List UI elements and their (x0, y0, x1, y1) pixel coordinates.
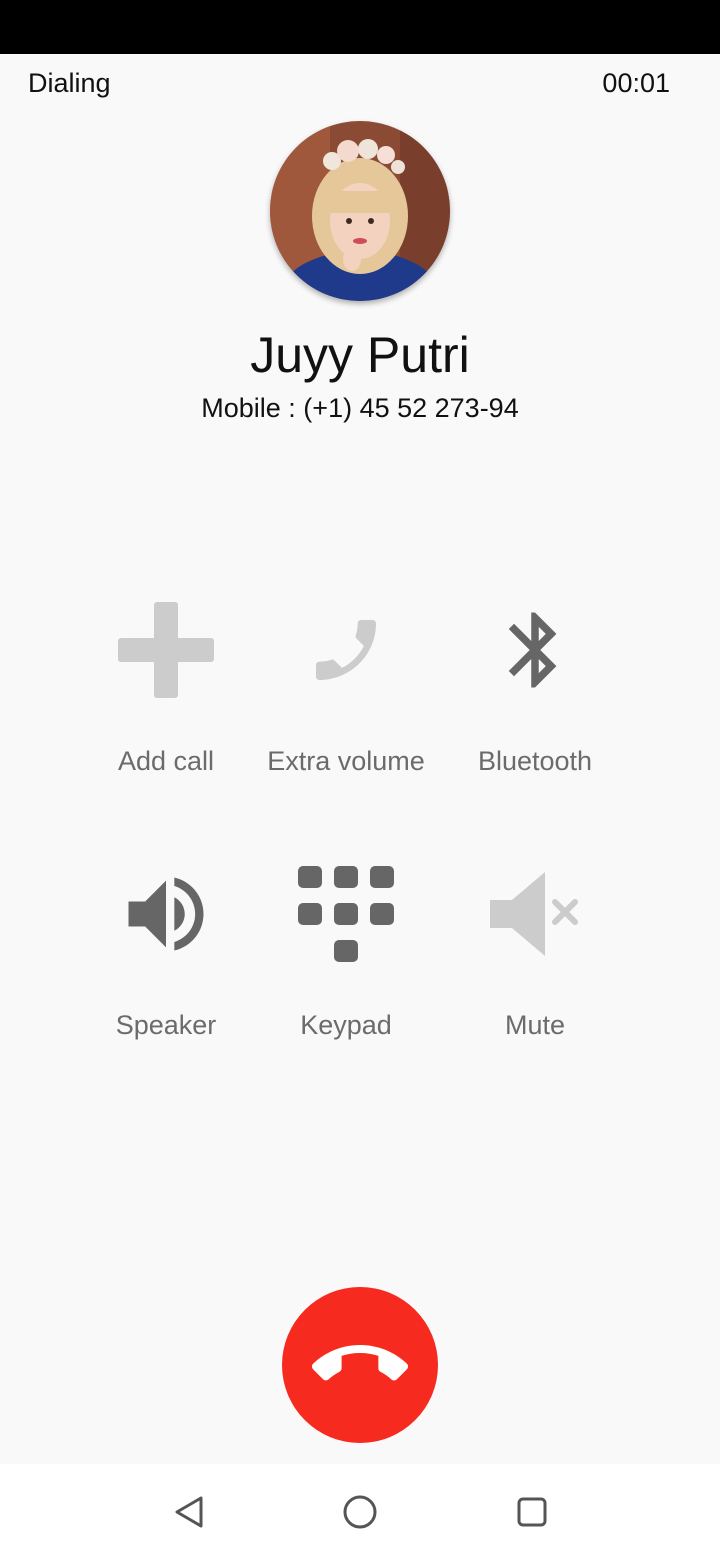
keypad-button[interactable]: Keypad (251, 854, 441, 1054)
status-bar (0, 0, 720, 54)
speaker-icon (116, 854, 216, 974)
keypad-label: Keypad (300, 1010, 392, 1040)
add-call-label: Add call (117, 746, 215, 776)
recents-square-icon[interactable] (512, 1492, 552, 1532)
extra-volume-button[interactable]: Extra volume (251, 590, 441, 790)
add-icon (116, 590, 216, 710)
extra-volume-label: Extra volume (267, 746, 425, 776)
speaker-label: Speaker (115, 1010, 217, 1040)
keypad-icon (296, 854, 396, 974)
contact-avatar (270, 121, 450, 301)
bluetooth-label: Bluetooth (477, 746, 593, 776)
hang-up-icon (312, 1345, 408, 1381)
home-circle-icon[interactable] (340, 1492, 380, 1532)
bluetooth-icon (485, 590, 585, 710)
call-state: Dialing (28, 68, 111, 98)
navigation-bar (0, 1464, 720, 1560)
bluetooth-button[interactable]: Bluetooth (440, 590, 630, 790)
speaker-button[interactable]: Speaker (71, 854, 261, 1054)
call-timer: 00:01 (602, 68, 670, 98)
phone-icon (296, 590, 396, 710)
mute-label: Mute (504, 1010, 566, 1040)
mute-icon (485, 854, 585, 974)
contact-number: Mobile : (+1) 45 52 273-94 (201, 393, 519, 423)
mute-button[interactable]: Mute (440, 854, 630, 1054)
back-triangle-icon[interactable] (169, 1492, 209, 1532)
add-call-button[interactable]: Add call (71, 590, 261, 790)
end-call-button[interactable] (282, 1287, 438, 1443)
call-header: Dialing 00:01 (0, 54, 720, 114)
contact-name: Juyy Putri (250, 327, 470, 383)
